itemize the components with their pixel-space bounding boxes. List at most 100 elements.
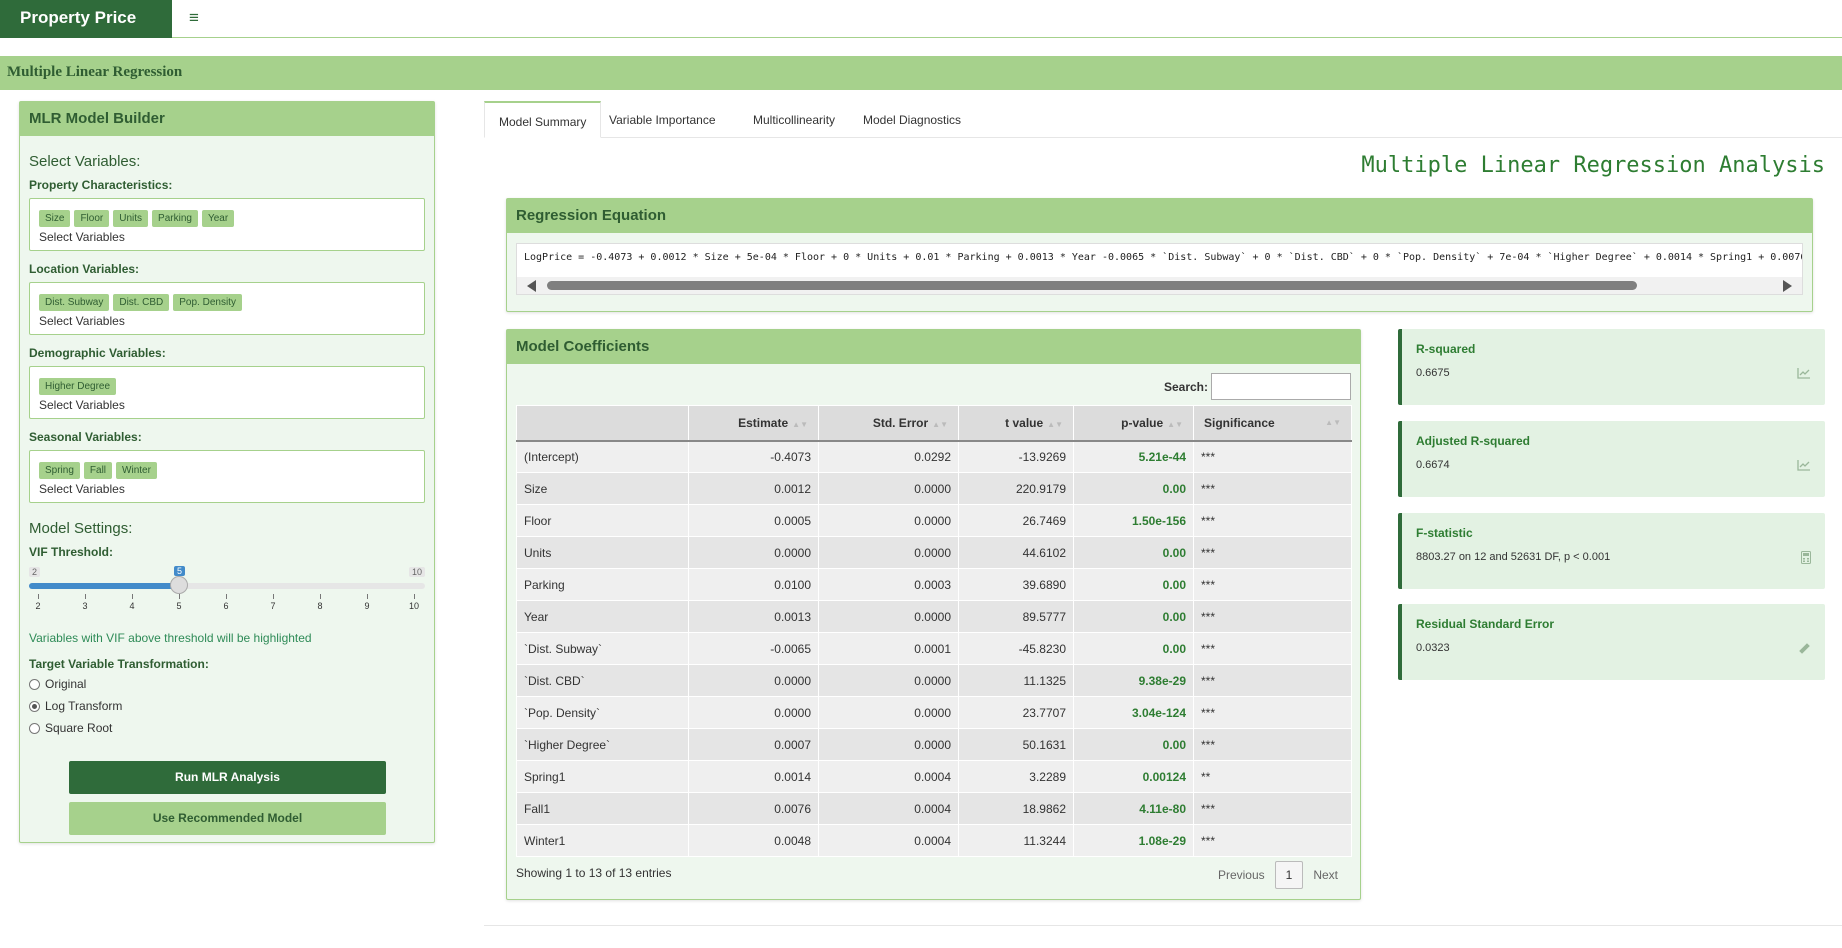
radio-log-transform[interactable]: Log Transform <box>29 699 425 713</box>
use-recommended-model-button[interactable]: Use Recommended Model <box>69 802 386 835</box>
table-row[interactable]: Parking 0.0100 0.0003 39.6890 0.00 *** <box>516 568 1352 601</box>
tab-multicollinearity[interactable]: Multicollinearity <box>739 101 849 138</box>
hamburger-icon[interactable]: ≡ <box>183 7 205 29</box>
tag-higher-degree[interactable]: Higher Degree <box>39 378 117 395</box>
demographic-variables-select[interactable]: Higher Degree Select Variables <box>29 366 425 419</box>
tag-fall[interactable]: Fall <box>83 462 113 479</box>
slider-tick-label: 4 <box>129 601 135 611</box>
table-row[interactable]: Units 0.0000 0.0000 44.6102 0.00 *** <box>516 536 1352 569</box>
radio-button[interactable] <box>29 700 40 712</box>
sort-icon[interactable]: ▲▼ <box>1167 420 1183 429</box>
column-header-variable[interactable] <box>516 405 689 442</box>
cell-p-value: 1.08e-29 <box>1073 824 1194 857</box>
table-row[interactable]: Winter1 0.0048 0.0004 11.3244 1.08e-29 *** <box>516 824 1352 857</box>
select-placeholder[interactable]: Select Variables <box>39 398 415 412</box>
run-mlr-button[interactable]: Run MLR Analysis <box>69 761 386 794</box>
search-input[interactable] <box>1211 373 1351 400</box>
table-row[interactable]: `Dist. CBD` 0.0000 0.0000 11.1325 9.38e-29 **… <box>516 664 1352 697</box>
cell-t-value: 220.9179 <box>958 472 1074 505</box>
coefficients-table: Estimate ▲▼ Std. Error ▲▼ t value ▲▼ p-valu… <box>516 405 1352 857</box>
cell-t-value: 11.1325 <box>958 664 1074 697</box>
tab-model-summary[interactable]: Model Summary <box>484 101 602 138</box>
sort-icon[interactable]: ▲▼ <box>1325 418 1341 427</box>
tag-dist-subway[interactable]: Dist. Subway <box>39 294 110 311</box>
table-row[interactable]: `Pop. Density` 0.0000 0.0000 23.7707 3.04e-1… <box>516 696 1352 729</box>
seasonal-variables-select[interactable]: Spring Fall Winter Select Variables <box>29 450 425 503</box>
radio-button[interactable] <box>29 678 40 690</box>
column-header-significance[interactable]: Significance ▲▼ <box>1193 405 1352 442</box>
radio-square-root[interactable]: Square Root <box>29 721 425 735</box>
cell-t-value: 3.2289 <box>958 760 1074 793</box>
stat-card-f-statistic: F-statistic 8803.27 on 12 and 52631 DF, … <box>1398 513 1825 589</box>
tag-winter[interactable]: Winter <box>116 462 157 479</box>
column-header-p-value[interactable]: p-value ▲▼ <box>1073 405 1194 442</box>
select-placeholder[interactable]: Select Variables <box>39 230 415 244</box>
cell-std-error: 0.0004 <box>818 792 959 825</box>
tab-variable-importance[interactable]: Variable Importance <box>595 101 730 138</box>
mlr-model-builder-panel: MLR Model Builder Select Variables: Prop… <box>19 101 435 843</box>
line-chart-icon <box>1797 459 1811 474</box>
cell-p-value: 0.00 <box>1073 568 1194 601</box>
tag-dist-cbd[interactable]: Dist. CBD <box>113 294 170 311</box>
app-brand[interactable]: Property Price <box>0 0 172 38</box>
tag-size[interactable]: Size <box>39 210 71 227</box>
radio-original[interactable]: Original <box>29 677 425 691</box>
cell-p-value: 4.11e-80 <box>1073 792 1194 825</box>
select-placeholder[interactable]: Select Variables <box>39 314 415 328</box>
cell-estimate: 0.0007 <box>688 728 819 761</box>
table-row[interactable]: Size 0.0012 0.0000 220.9179 0.00 *** <box>516 472 1352 505</box>
cell-std-error: 0.0000 <box>818 664 959 697</box>
table-row[interactable]: (Intercept) -0.4073 0.0292 -13.9269 5.21e-44… <box>516 440 1352 473</box>
scrollbar-thumb[interactable] <box>547 281 1637 290</box>
slider-tick <box>132 594 133 599</box>
cell-significance: *** <box>1193 728 1352 761</box>
table-row[interactable]: `Dist. Subway` -0.0065 0.0001 -45.8230 0.00 *… <box>516 632 1352 665</box>
pagination: Previous 1 Next <box>1208 861 1348 889</box>
cell-p-value: 0.00 <box>1073 728 1194 761</box>
cell-estimate: 0.0013 <box>688 600 819 633</box>
table-row[interactable]: Floor 0.0005 0.0000 26.7469 1.50e-156 *** <box>516 504 1352 537</box>
cell-estimate: 0.0048 <box>688 824 819 857</box>
tab-bar: Model Summary Variable Importance Multic… <box>484 101 1842 138</box>
slider-handle[interactable] <box>170 576 188 594</box>
next-page-button[interactable]: Next <box>1303 862 1348 888</box>
model-coefficients-panel: Model Coefficients Search: Estimate ▲▼ St… <box>506 329 1361 900</box>
select-placeholder[interactable]: Select Variables <box>39 482 415 496</box>
scroll-right-icon[interactable] <box>1783 280 1792 292</box>
table-row[interactable]: `Higher Degree` 0.0007 0.0000 50.1631 0.00 **… <box>516 728 1352 761</box>
group-label: Property Characteristics: <box>29 178 173 192</box>
table-row[interactable]: Year 0.0013 0.0000 89.5777 0.00 *** <box>516 600 1352 633</box>
slider-tick-label: 5 <box>176 601 182 611</box>
tag-pop-density[interactable]: Pop. Density <box>173 294 242 311</box>
sort-icon[interactable]: ▲▼ <box>792 420 808 429</box>
tab-model-diagnostics[interactable]: Model Diagnostics <box>849 101 975 138</box>
cell-variable: Floor <box>516 504 689 537</box>
column-header-std-error[interactable]: Std. Error ▲▼ <box>818 405 959 442</box>
tag-year[interactable]: Year <box>201 210 235 227</box>
vif-threshold-slider[interactable]: 2 10 5 2 3 4 5 6 7 8 9 10 <box>29 565 425 617</box>
tag-floor[interactable]: Floor <box>74 210 110 227</box>
tag-spring[interactable]: Spring <box>39 462 80 479</box>
tag-units[interactable]: Units <box>113 210 149 227</box>
location-variables-select[interactable]: Dist. Subway Dist. CBD Pop. Density Select… <box>29 282 425 335</box>
search-label: Search: <box>1163 379 1208 394</box>
group-label: Seasonal Variables: <box>29 430 142 444</box>
sort-icon[interactable]: ▲▼ <box>932 420 948 429</box>
horizontal-scrollbar[interactable] <box>517 277 1802 294</box>
table-row[interactable]: Spring1 0.0014 0.0004 3.2289 0.00124 ** <box>516 760 1352 793</box>
table-body: (Intercept) -0.4073 0.0292 -13.9269 5.21e-44… <box>516 440 1352 857</box>
column-header-t-value[interactable]: t value ▲▼ <box>958 405 1074 442</box>
property-variables-select[interactable]: Size Floor Units Parking Year Select Variabl… <box>29 198 425 251</box>
previous-page-button[interactable]: Previous <box>1208 862 1275 888</box>
tag-parking[interactable]: Parking <box>152 210 198 227</box>
cell-t-value: 89.5777 <box>958 600 1074 633</box>
radio-button[interactable] <box>29 722 40 734</box>
column-header-estimate[interactable]: Estimate ▲▼ <box>688 405 819 442</box>
table-row[interactable]: Fall1 0.0076 0.0004 18.9862 4.11e-80 *** <box>516 792 1352 825</box>
current-page-button[interactable]: 1 <box>1274 861 1304 889</box>
cell-std-error: 0.0004 <box>818 824 959 857</box>
sort-icon[interactable]: ▲▼ <box>1047 420 1063 429</box>
scroll-left-icon[interactable] <box>527 280 536 292</box>
radio-label: Log Transform <box>45 699 123 713</box>
cell-std-error: 0.0000 <box>818 728 959 761</box>
